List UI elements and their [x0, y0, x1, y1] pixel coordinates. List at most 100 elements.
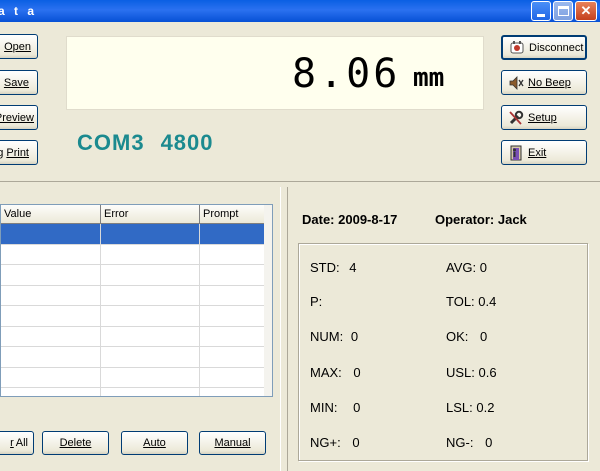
table-cell[interactable]: [101, 244, 200, 264]
stat-min-value: 0: [353, 400, 361, 415]
stat-ng-plus: NG+: 0: [310, 435, 360, 450]
connection-status: COM3 4800: [77, 130, 230, 156]
table-cell[interactable]: [101, 367, 200, 387]
manual-button-label: Manual: [214, 437, 251, 449]
stat-usl-value: 0.6: [478, 365, 497, 380]
speaker-mute-icon: [508, 75, 524, 91]
table-cell[interactable]: [101, 326, 200, 346]
setup-button[interactable]: Setup: [501, 105, 587, 130]
preview-button[interactable]: Preview: [0, 105, 38, 130]
table-cell[interactable]: [200, 244, 266, 264]
table-cell[interactable]: [200, 326, 266, 346]
measurement-display: 8.06 mm: [66, 36, 484, 110]
com-port: COM3: [77, 130, 145, 155]
disconnect-button[interactable]: Disconnect: [501, 35, 587, 60]
data-grid[interactable]: Value Error Prompt: [0, 204, 273, 397]
manual-button[interactable]: Manual: [199, 431, 266, 455]
stat-std-value: 4: [349, 260, 357, 275]
close-icon: ✕: [580, 3, 592, 18]
save-button-label: Save: [3, 76, 29, 89]
disconnect-icon: [509, 40, 525, 56]
stat-num: NUM: 0: [310, 329, 358, 344]
table-cell[interactable]: [101, 388, 200, 396]
baud-rate: 4800: [160, 130, 214, 155]
statistics-box: STD: 4 P: NUM: 0 MAX: 0 MIN: 0 NG+: 0 AV…: [298, 243, 588, 461]
stat-usl-label: USL:: [446, 365, 475, 380]
close-button[interactable]: ✕: [575, 1, 597, 21]
stat-avg-value: 0: [479, 260, 487, 275]
table-cell[interactable]: [101, 265, 200, 285]
window-title: a t a: [0, 4, 38, 18]
table-row[interactable]: [1, 326, 266, 347]
table-cell[interactable]: [200, 347, 266, 367]
exit-button-label: Exit: [528, 146, 547, 159]
table-cell[interactable]: [1, 367, 101, 387]
table-cell[interactable]: [101, 224, 200, 244]
delete-button-label: Delete: [59, 437, 92, 449]
auto-button[interactable]: Auto: [121, 431, 188, 455]
minimize-button[interactable]: [531, 1, 551, 21]
stat-lsl-value: 0.2: [476, 400, 495, 415]
table-cell[interactable]: [1, 347, 101, 367]
data-panel: Value Error Prompt r All Delete Auto Man…: [0, 187, 281, 471]
table-cell[interactable]: [101, 347, 200, 367]
exit-button[interactable]: Exit: [501, 140, 587, 165]
no-beep-button[interactable]: No Beep: [501, 70, 587, 95]
stat-ng-minus: NG-: 0: [446, 435, 492, 450]
print-button[interactable]: g Print: [0, 140, 38, 165]
column-header-prompt[interactable]: Prompt: [200, 205, 266, 224]
table-row[interactable]: [1, 265, 266, 286]
open-button[interactable]: Open: [0, 34, 38, 59]
table-row[interactable]: [1, 306, 266, 327]
stat-ok-label: OK:: [446, 329, 469, 344]
save-button[interactable]: Save: [0, 70, 38, 95]
table-cell[interactable]: [101, 285, 200, 305]
disconnect-button-label: Disconnect: [529, 41, 584, 54]
clear-all-label: All: [15, 437, 28, 449]
table-cell[interactable]: [1, 224, 101, 244]
table-row[interactable]: [1, 367, 266, 388]
stat-avg: AVG: 0: [446, 260, 487, 275]
setup-button-label: Setup: [528, 111, 557, 124]
table-cell[interactable]: [101, 306, 200, 326]
stat-ng-minus-value: 0: [485, 435, 493, 450]
table-row[interactable]: [1, 285, 266, 306]
table-cell[interactable]: [200, 306, 266, 326]
delete-button[interactable]: Delete: [42, 431, 109, 455]
open-button-label: Open: [4, 40, 31, 53]
vertical-scrollbar[interactable]: [264, 205, 272, 396]
table-cell[interactable]: [200, 265, 266, 285]
table-cell[interactable]: [1, 285, 101, 305]
table-cell[interactable]: [1, 388, 101, 396]
stat-min: MIN: 0: [310, 400, 360, 415]
stat-std-label: STD:: [310, 260, 340, 275]
table-cell[interactable]: [1, 306, 101, 326]
table-row[interactable]: [1, 244, 266, 265]
stat-ok: OK: 0: [446, 329, 487, 344]
table-cell[interactable]: [1, 265, 101, 285]
operator-label: Operator:: [435, 212, 495, 227]
column-header-value[interactable]: Value: [1, 205, 101, 224]
title-bar: a t a ✕: [0, 0, 600, 22]
clear-all-button[interactable]: r All: [0, 431, 34, 455]
table-row[interactable]: [1, 347, 266, 368]
exit-door-icon: [508, 145, 524, 161]
minimize-icon: [537, 14, 545, 17]
stat-max-value: 0: [353, 365, 361, 380]
table-cell[interactable]: [200, 388, 266, 396]
table-cell[interactable]: [1, 244, 101, 264]
stat-lsl-label: LSL:: [446, 400, 473, 415]
reading-value: 8.06: [292, 51, 401, 97]
statistics-panel: Date: 2009-8-17 Operator: Jack STD: 4 P:…: [287, 187, 600, 471]
table-row[interactable]: [1, 224, 266, 245]
table-cell[interactable]: [1, 326, 101, 346]
table-row[interactable]: [1, 388, 266, 396]
stat-lsl: LSL: 0.2: [446, 400, 494, 415]
stat-num-value: 0: [350, 329, 359, 344]
stat-ng-plus-label: NG+:: [310, 435, 341, 450]
stat-avg-label: AVG:: [446, 260, 477, 275]
table-cell[interactable]: [200, 367, 266, 387]
table-cell[interactable]: [200, 224, 266, 244]
column-header-error[interactable]: Error: [101, 205, 200, 224]
table-cell[interactable]: [200, 285, 266, 305]
